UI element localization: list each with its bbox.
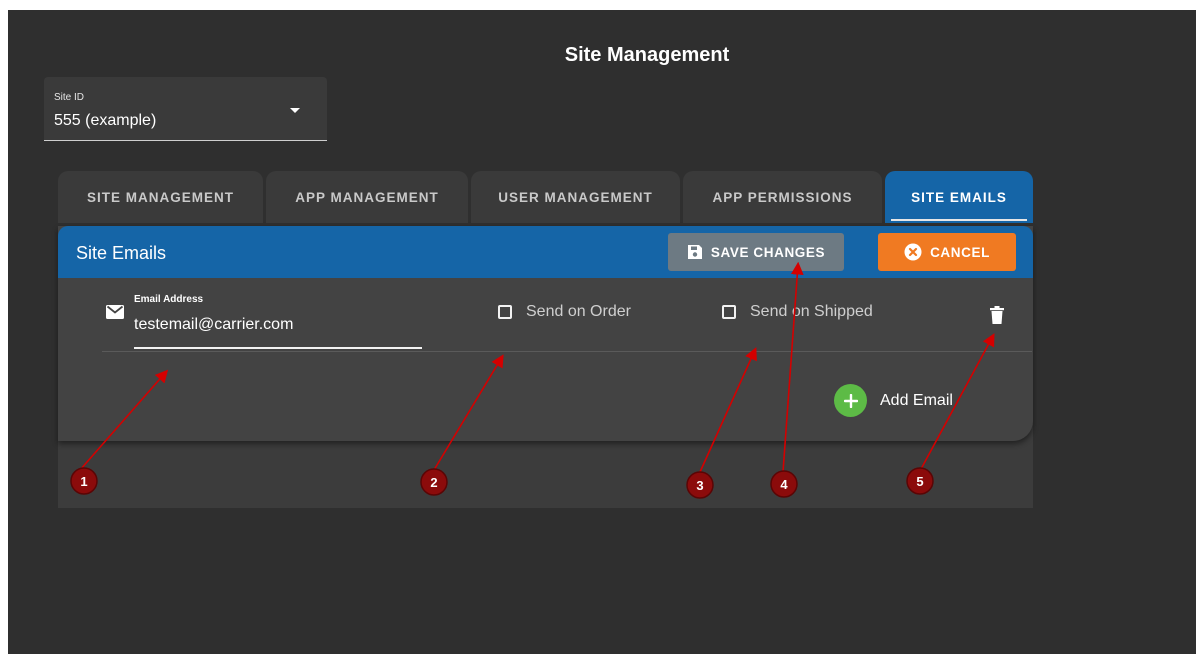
send-on-order-label: Send on Order [526,303,631,320]
tab-app-permissions[interactable]: APP PERMISSIONS [683,171,882,223]
app-window: Site Management Site ID 555 (example) SI… [8,10,1196,654]
send-on-shipped-label: Send on Shipped [750,303,873,320]
tab-site-emails[interactable]: SITE EMAILS [885,171,1033,223]
tab-panel: Site Emails SAVE CHANGES CANCEL Email Ad… [58,226,1033,508]
tab-label: SITE EMAILS [911,189,1007,205]
add-email-label: Add Email [880,391,953,409]
checkbox-box [722,305,736,319]
send-on-order-checkbox[interactable]: Send on Order [498,303,631,321]
site-id-value: 555 (example) [54,112,157,129]
save-changes-label: SAVE CHANGES [710,244,826,260]
card-header: Site Emails SAVE CHANGES CANCEL [58,226,1033,278]
tab-user-management[interactable]: USER MANAGEMENT [471,171,680,223]
save-changes-button[interactable]: SAVE CHANGES [668,233,844,271]
card-title: Site Emails [76,243,167,263]
add-email-button[interactable]: Add Email [834,384,953,417]
floppy-disk-icon [687,244,703,260]
email-address-input[interactable] [134,313,422,349]
caret-down-icon [290,108,300,113]
envelope-icon [106,305,124,324]
site-emails-card: Site Emails SAVE CHANGES CANCEL Email Ad… [58,226,1033,441]
tab-label: SITE MANAGEMENT [86,189,234,205]
site-id-select[interactable]: Site ID 555 (example) [44,77,327,141]
cancel-label: CANCEL [930,244,990,260]
tab-label: APP PERMISSIONS [712,189,853,205]
tab-app-management[interactable]: APP MANAGEMENT [266,171,468,223]
page-title: Site Management [564,44,730,66]
row-divider [102,351,1032,352]
tab-label: APP MANAGEMENT [295,189,439,205]
send-on-shipped-checkbox[interactable]: Send on Shipped [722,303,873,321]
checkbox-box [498,305,512,319]
tab-site-management[interactable]: SITE MANAGEMENT [58,171,263,223]
cancel-button[interactable]: CANCEL [878,233,1016,271]
site-id-label: Site ID [54,92,85,103]
email-row: Email Address Send on Order Send on Ship… [58,278,1033,354]
email-address-label: Email Address [134,294,204,305]
tab-label: USER MANAGEMENT [498,189,653,205]
cancel-circle-icon [904,243,922,261]
delete-email-trash-icon[interactable] [990,306,1004,329]
plus-circle-icon [834,384,867,417]
